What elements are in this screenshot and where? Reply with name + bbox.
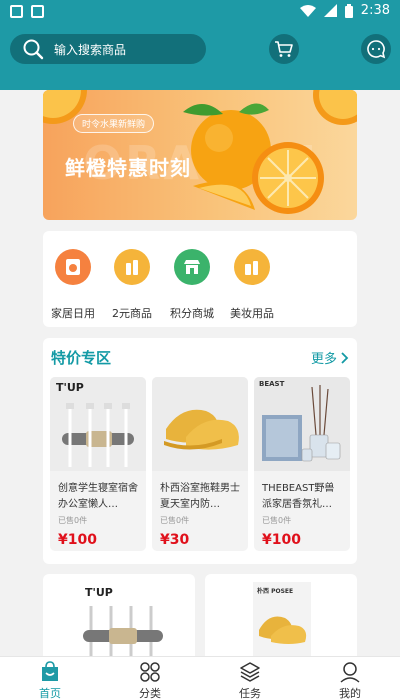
nav-label: 我的	[339, 687, 361, 700]
product-sold: 已售0件	[58, 516, 88, 525]
product-brand: 朴西 POSEE	[257, 588, 294, 595]
app-notification-icon	[31, 5, 44, 18]
special-offers-section: 特价专区 更多 T'UP 创意学生寝室宿舍办公室懒人… 已售0件 ¥100 朴西…	[43, 338, 357, 564]
product-card[interactable]: 朴西 POSEE	[205, 574, 357, 664]
category-label: 2元商品	[112, 307, 152, 320]
more-label: 更多	[310, 352, 337, 367]
product-image	[152, 377, 248, 471]
category-cosmetics[interactable]: 美妆用品	[222, 249, 282, 321]
product-name: 朴西浴室拖鞋男士夏天室内防…	[160, 483, 240, 510]
layers-icon	[240, 662, 260, 682]
home-bag-icon	[42, 661, 58, 681]
chevron-right-icon	[341, 351, 349, 364]
category-grid-icon	[140, 662, 160, 682]
battery-icon	[344, 3, 353, 18]
bottle-icon	[114, 249, 150, 285]
cable-organizer-image	[83, 606, 163, 664]
washing-machine-icon	[55, 249, 91, 285]
category-card: 家居日用 2元商品 积分商城 美妆用品	[43, 231, 357, 327]
banner-tag: 时令水果新鲜购	[73, 114, 155, 133]
gallery-notification-icon	[10, 5, 23, 18]
product-image: 朴西 POSEE	[253, 582, 311, 664]
cell-signal-icon	[323, 4, 337, 17]
status-time: 2:38	[360, 3, 390, 18]
product-price: ¥100	[58, 532, 97, 548]
search-placeholder: 输入搜索商品	[54, 42, 127, 57]
product-card[interactable]: T'UP	[43, 574, 195, 664]
product-name: THEBEAST野兽派家居香氛礼…	[262, 483, 335, 510]
category-label: 积分商城	[170, 307, 214, 320]
header: 输入搜索商品	[0, 24, 400, 90]
category-label: 美妆用品	[230, 307, 274, 320]
product-name: 创意学生寝室宿舍办公室懒人…	[58, 483, 138, 510]
category-two-yuan[interactable]: 2元商品	[102, 249, 162, 321]
nav-tasks[interactable]: 任务	[225, 661, 275, 700]
wifi-icon	[299, 4, 316, 17]
product-card[interactable]: BEAST THEBEAST野兽派家居香氛礼… 已售0件 ¥100	[254, 377, 350, 551]
nav-mine[interactable]: 我的	[325, 661, 375, 700]
product-sold: 已售0件	[262, 516, 292, 525]
status-bar: 2:38	[0, 0, 400, 24]
product-price: ¥30	[160, 532, 190, 548]
cart-icon	[275, 41, 293, 57]
user-icon	[340, 662, 360, 683]
promo-banner[interactable]: ORANGE 时令水果新鲜购 鲜橙特惠时刻	[43, 90, 357, 220]
product-card[interactable]: T'UP 创意学生寝室宿舍办公室懒人… 已售0件 ¥100	[50, 377, 146, 551]
banner-title: 鲜橙特惠时刻	[65, 156, 191, 180]
search-icon	[23, 39, 44, 60]
product-sold: 已售0件	[160, 516, 190, 525]
nav-label: 任务	[239, 687, 261, 700]
nav-label: 分类	[139, 687, 161, 700]
product-image: T'UP	[50, 377, 146, 471]
category-home-goods[interactable]: 家居日用	[43, 249, 103, 321]
search-input[interactable]: 输入搜索商品	[10, 34, 206, 64]
category-label: 家居日用	[51, 307, 95, 320]
shop-icon	[174, 249, 210, 285]
section-title: 特价专区	[51, 349, 112, 367]
product-price: ¥100	[262, 532, 301, 548]
more-link[interactable]: 更多	[311, 348, 349, 367]
cart-button[interactable]	[269, 34, 299, 64]
chat-bubble-icon	[367, 40, 386, 59]
slipper-image	[164, 409, 239, 450]
cosmetics-icon	[234, 249, 270, 285]
nav-category[interactable]: 分类	[125, 661, 175, 700]
cable-organizer-image	[62, 403, 134, 467]
category-points-mall[interactable]: 积分商城	[162, 249, 222, 321]
product-image: BEAST	[254, 377, 350, 471]
slipper-image	[259, 616, 307, 644]
message-button[interactable]	[361, 34, 391, 64]
nav-label: 首页	[39, 687, 61, 700]
fragrance-gift-image	[262, 385, 341, 462]
bottom-navigation: 首页 分类 任务 我的	[0, 656, 400, 700]
product-card[interactable]: 朴西浴室拖鞋男士夏天室内防… 已售0件 ¥30	[152, 377, 248, 551]
nav-home[interactable]: 首页	[25, 661, 75, 700]
